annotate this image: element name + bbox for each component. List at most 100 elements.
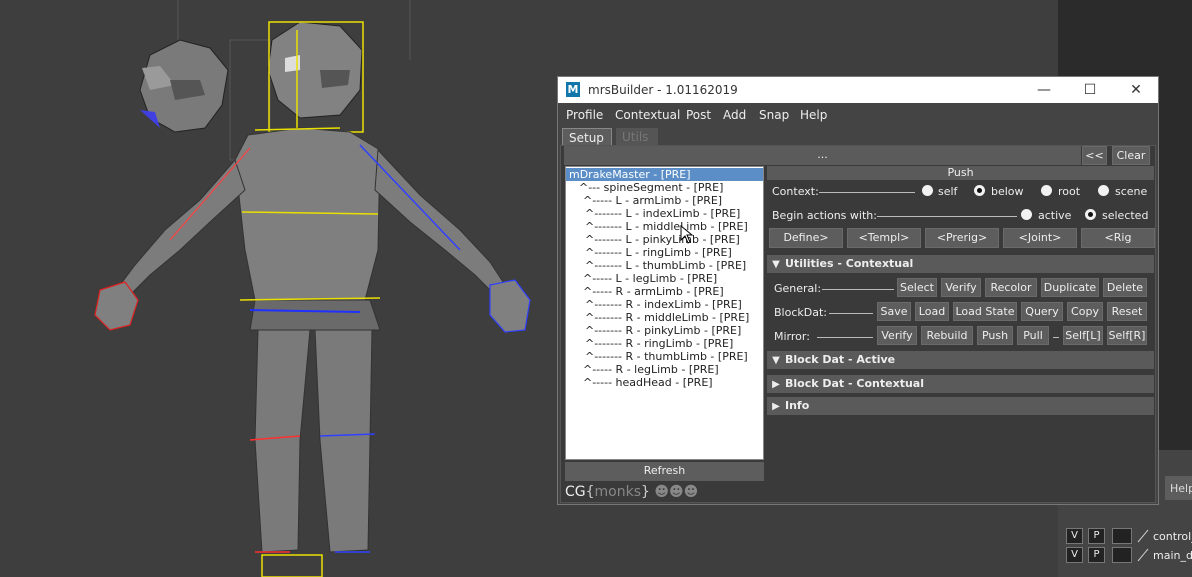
mrs-builder-window: M mrsBuilder - 1.01162019 — ☐ ✕ Profile … — [557, 76, 1159, 505]
clear-button[interactable]: Clear — [1112, 146, 1150, 165]
load-button[interactable]: Load — [915, 302, 949, 321]
tree-item[interactable]: ^------- L - indexLimb - [PRE] — [585, 207, 740, 220]
tree-item[interactable]: ^----- R - armLimb - [PRE] — [583, 285, 724, 298]
radio-scene[interactable] — [1098, 185, 1109, 196]
menu-contextual[interactable]: Contextual — [615, 108, 680, 122]
maximize-button[interactable]: ☐ — [1070, 79, 1110, 101]
layer-type-toggle[interactable] — [1112, 547, 1132, 563]
layer-name: main_di — [1153, 549, 1192, 562]
duplicate-button[interactable]: Duplicate — [1041, 278, 1099, 297]
utilities-header-label: Utilities - Contextual — [785, 257, 914, 270]
menu-help[interactable]: Help — [800, 108, 827, 122]
load-state-button[interactable]: Load State — [953, 302, 1017, 321]
self-left-button[interactable]: Self[L] — [1063, 326, 1103, 345]
radio-selected-label: selected — [1102, 209, 1149, 222]
tree-item[interactable]: ^------- L - pinkyLimb - [PRE] — [585, 233, 740, 246]
visibility-toggle[interactable]: V — [1066, 547, 1083, 563]
joint-button[interactable]: <Joint> — [1003, 228, 1077, 248]
minimize-button[interactable]: — — [1024, 79, 1064, 101]
tree-item[interactable]: ^--- spineSegment - [PRE] — [579, 181, 723, 194]
tree-item[interactable]: mDrakeMaster - [PRE] — [566, 168, 763, 181]
mirror-verify-button[interactable]: Verify — [877, 326, 917, 345]
push-header: Push — [767, 166, 1154, 180]
tab-utils[interactable]: Utils — [616, 128, 658, 146]
visibility-toggle[interactable]: V — [1066, 528, 1083, 544]
tree-item[interactable]: ^------- R - ringLimb - [PRE] — [585, 337, 733, 350]
radio-self[interactable] — [922, 185, 933, 196]
menu-post[interactable]: Post — [686, 108, 711, 122]
menu-profile[interactable]: Profile — [566, 108, 603, 122]
logo-name: monks — [594, 484, 642, 500]
expanded-triangle-icon: ▼ — [772, 355, 780, 366]
tree-item[interactable]: ^----- L - legLimb - [PRE] — [583, 272, 717, 285]
self-right-button[interactable]: Self[R] — [1107, 326, 1147, 345]
tab-setup[interactable]: Setup — [562, 128, 612, 146]
tree-item[interactable]: ^----- L - armLimb - [PRE] — [583, 194, 722, 207]
prerig-button[interactable]: <Prerig> — [925, 228, 999, 248]
tree-item[interactable]: ^----- R - legLimb - [PRE] — [583, 363, 719, 376]
window-title: mrsBuilder - 1.01162019 — [588, 83, 738, 97]
verify-button[interactable]: Verify — [941, 278, 981, 297]
radio-selected[interactable] — [1085, 209, 1096, 220]
save-button[interactable]: Save — [877, 302, 911, 321]
collapsed-triangle-icon: ▶ — [772, 401, 780, 412]
tree-item[interactable]: ^----- headHead - [PRE] — [583, 376, 713, 389]
rebuild-button[interactable]: Rebuild — [921, 326, 973, 345]
layer-row[interactable]: V P control_ — [1062, 527, 1192, 545]
radio-root[interactable] — [1041, 185, 1052, 196]
pull-button[interactable]: Pull — [1017, 326, 1049, 345]
general-label: General: — [774, 282, 822, 295]
layer-color-icon[interactable] — [1136, 529, 1150, 543]
mouse-cursor-icon — [680, 225, 694, 244]
reset-button[interactable]: Reset — [1107, 302, 1147, 321]
copy-button[interactable]: Copy — [1067, 302, 1103, 321]
tree-item[interactable]: ^------- R - pinkyLimb - [PRE] — [585, 324, 741, 337]
radio-self-label: self — [938, 185, 958, 198]
recolor-button[interactable]: Recolor — [985, 278, 1037, 297]
title-bar[interactable]: M mrsBuilder - 1.01162019 — ☐ ✕ — [558, 77, 1158, 103]
select-button[interactable]: Select — [897, 278, 937, 297]
app-logo-icon: M — [566, 82, 580, 97]
blockdat-contextual-label: Block Dat - Contextual — [785, 377, 924, 390]
info-header[interactable]: ▶ Info — [767, 397, 1154, 415]
layer-name: control_ — [1153, 530, 1192, 543]
tree-item[interactable]: ^------- R - middleLimb - [PRE] — [585, 311, 749, 324]
playback-toggle[interactable]: P — [1088, 547, 1105, 563]
tree-item[interactable]: ^------- R - indexLimb - [PRE] — [585, 298, 742, 311]
layer-type-toggle[interactable] — [1112, 528, 1132, 544]
tree-item[interactable]: ^------- L - thumbLimb - [PRE] — [585, 259, 746, 272]
utilities-header[interactable]: ▼ Utilities - Contextual — [767, 255, 1154, 273]
tree-item[interactable]: ^------- L - ringLimb - [PRE] — [585, 246, 732, 259]
close-button[interactable]: ✕ — [1116, 79, 1156, 101]
monkey-icon: ☻☻☻ — [654, 484, 699, 500]
floating-head — [139, 39, 229, 133]
collapsed-triangle-icon: ▶ — [772, 379, 780, 390]
main-head — [267, 21, 364, 133]
blockdat-active-header[interactable]: ▼ Block Dat - Active — [767, 351, 1154, 369]
tree-item[interactable]: ^------- R - thumbLimb - [PRE] — [585, 350, 748, 363]
playback-toggle[interactable]: P — [1088, 528, 1105, 544]
layer-color-icon[interactable] — [1136, 548, 1150, 562]
menu-snap[interactable]: Snap — [759, 108, 789, 122]
block-tree[interactable]: mDrakeMaster - [PRE] ^--- spineSegment -… — [565, 166, 764, 460]
character-model — [94, 0, 531, 577]
radio-below[interactable] — [974, 185, 985, 196]
radio-active[interactable] — [1021, 209, 1032, 220]
help-button[interactable]: Help — [1165, 476, 1192, 500]
tree-item[interactable]: ^------- L - middleLimb - [PRE] — [585, 220, 748, 233]
collapse-button[interactable]: << — [1082, 146, 1107, 165]
refresh-button[interactable]: Refresh — [565, 462, 764, 481]
cgmonks-logo: CG{monks} ☻☻☻ — [565, 484, 699, 500]
context-dropdown[interactable]: ... — [564, 146, 1081, 165]
define-button[interactable]: Define> — [769, 228, 843, 248]
blockdat-contextual-header[interactable]: ▶ Block Dat - Contextual — [767, 375, 1154, 393]
query-button[interactable]: Query — [1021, 302, 1063, 321]
push-button[interactable]: Push — [977, 326, 1013, 345]
rig-button[interactable]: <Rig — [1081, 228, 1155, 248]
delete-button[interactable]: Delete — [1103, 278, 1147, 297]
template-button[interactable]: <Templ> — [847, 228, 921, 248]
menu-add[interactable]: Add — [723, 108, 746, 122]
layer-row[interactable]: V P main_di — [1062, 546, 1192, 564]
expanded-triangle-icon: ▼ — [772, 259, 780, 270]
context-label: Context: — [772, 185, 819, 198]
